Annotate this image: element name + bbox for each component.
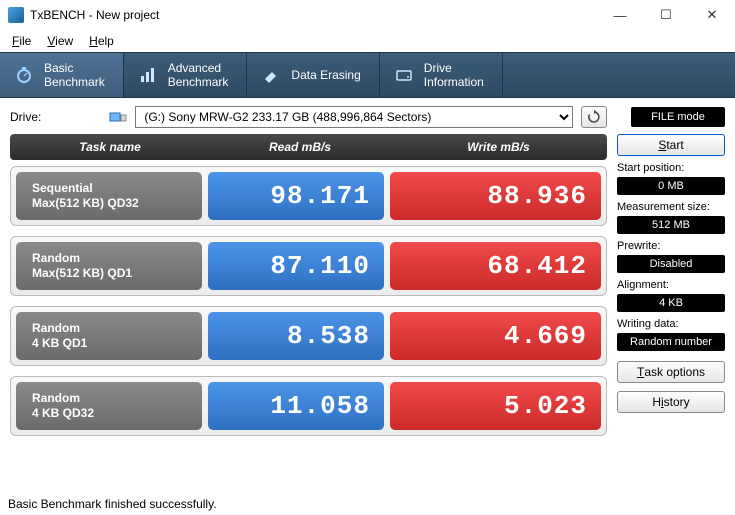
col-write: Write mB/s bbox=[390, 140, 607, 154]
tab-label: Benchmark bbox=[168, 75, 229, 89]
col-read: Read mB/s bbox=[210, 140, 390, 154]
menu-view[interactable]: View bbox=[39, 32, 81, 50]
reload-button[interactable] bbox=[581, 106, 607, 128]
writing-data-value[interactable]: Random number bbox=[617, 333, 725, 351]
status-bar: Basic Benchmark finished successfully. bbox=[8, 497, 217, 511]
prewrite-value[interactable]: Disabled bbox=[617, 255, 725, 273]
writing-data-label: Writing data: bbox=[617, 318, 725, 330]
bench-row: RandomMax(512 KB) QD1 87.110 68.412 bbox=[10, 236, 607, 296]
tab-label: Data Erasing bbox=[291, 68, 360, 82]
reload-icon bbox=[587, 110, 601, 124]
drive-icon bbox=[394, 65, 414, 85]
bench-row: Random4 KB QD1 8.538 4.669 bbox=[10, 306, 607, 366]
stopwatch-icon bbox=[14, 65, 34, 85]
bars-icon bbox=[138, 65, 158, 85]
task-name[interactable]: SequentialMax(512 KB) QD32 bbox=[16, 172, 202, 220]
read-value: 8.538 bbox=[208, 312, 384, 360]
bench-row: SequentialMax(512 KB) QD32 98.171 88.936 bbox=[10, 166, 607, 226]
task-name[interactable]: Random4 KB QD32 bbox=[16, 382, 202, 430]
write-value: 68.412 bbox=[390, 242, 601, 290]
minimize-button[interactable]: — bbox=[597, 0, 643, 30]
tab-label: Basic bbox=[44, 61, 73, 75]
read-value: 87.110 bbox=[208, 242, 384, 290]
bench-row: Random4 KB QD32 11.058 5.023 bbox=[10, 376, 607, 436]
tab-label: Benchmark bbox=[44, 75, 105, 89]
tab-data-erasing[interactable]: Data Erasing bbox=[247, 53, 379, 97]
maximize-button[interactable]: ☐ bbox=[643, 0, 689, 30]
window-title: TxBENCH - New project bbox=[30, 8, 159, 22]
history-button[interactable]: History bbox=[617, 391, 725, 413]
start-button[interactable]: Start bbox=[617, 134, 725, 156]
tab-label: Advanced bbox=[168, 61, 221, 75]
file-mode-indicator: FILE mode bbox=[631, 107, 725, 127]
drive-icon-small bbox=[109, 110, 127, 124]
erase-icon bbox=[261, 65, 281, 85]
task-name[interactable]: RandomMax(512 KB) QD1 bbox=[16, 242, 202, 290]
drive-select[interactable]: (G:) Sony MRW-G2 233.17 GB (488,996,864 … bbox=[135, 106, 573, 128]
menu-help[interactable]: Help bbox=[81, 32, 122, 50]
task-options-button[interactable]: Task options bbox=[617, 361, 725, 383]
drive-label: Drive: bbox=[10, 110, 41, 124]
tab-drive-information[interactable]: DriveInformation bbox=[380, 53, 503, 97]
write-value: 88.936 bbox=[390, 172, 601, 220]
start-position-label: Start position: bbox=[617, 162, 725, 174]
col-task: Task name bbox=[10, 140, 210, 154]
write-value: 5.023 bbox=[390, 382, 601, 430]
results-header: Task name Read mB/s Write mB/s bbox=[10, 134, 607, 160]
alignment-value[interactable]: 4 KB bbox=[617, 294, 725, 312]
write-value: 4.669 bbox=[390, 312, 601, 360]
tab-basic-benchmark[interactable]: BasicBenchmark bbox=[0, 53, 124, 97]
start-position-value[interactable]: 0 MB bbox=[617, 177, 725, 195]
task-name[interactable]: Random4 KB QD1 bbox=[16, 312, 202, 360]
read-value: 11.058 bbox=[208, 382, 384, 430]
measurement-size-label: Measurement size: bbox=[617, 201, 725, 213]
close-button[interactable]: ✕ bbox=[689, 0, 735, 30]
measurement-size-value[interactable]: 512 MB bbox=[617, 216, 725, 234]
tab-label: Information bbox=[424, 75, 484, 89]
watermark: 知乎 @黑白数码工厂 bbox=[595, 490, 717, 507]
tab-advanced-benchmark[interactable]: AdvancedBenchmark bbox=[124, 53, 248, 97]
app-icon bbox=[8, 7, 24, 23]
prewrite-label: Prewrite: bbox=[617, 240, 725, 252]
tab-label: Drive bbox=[424, 61, 452, 75]
menu-file[interactable]: File bbox=[4, 32, 39, 50]
read-value: 98.171 bbox=[208, 172, 384, 220]
alignment-label: Alignment: bbox=[617, 279, 725, 291]
